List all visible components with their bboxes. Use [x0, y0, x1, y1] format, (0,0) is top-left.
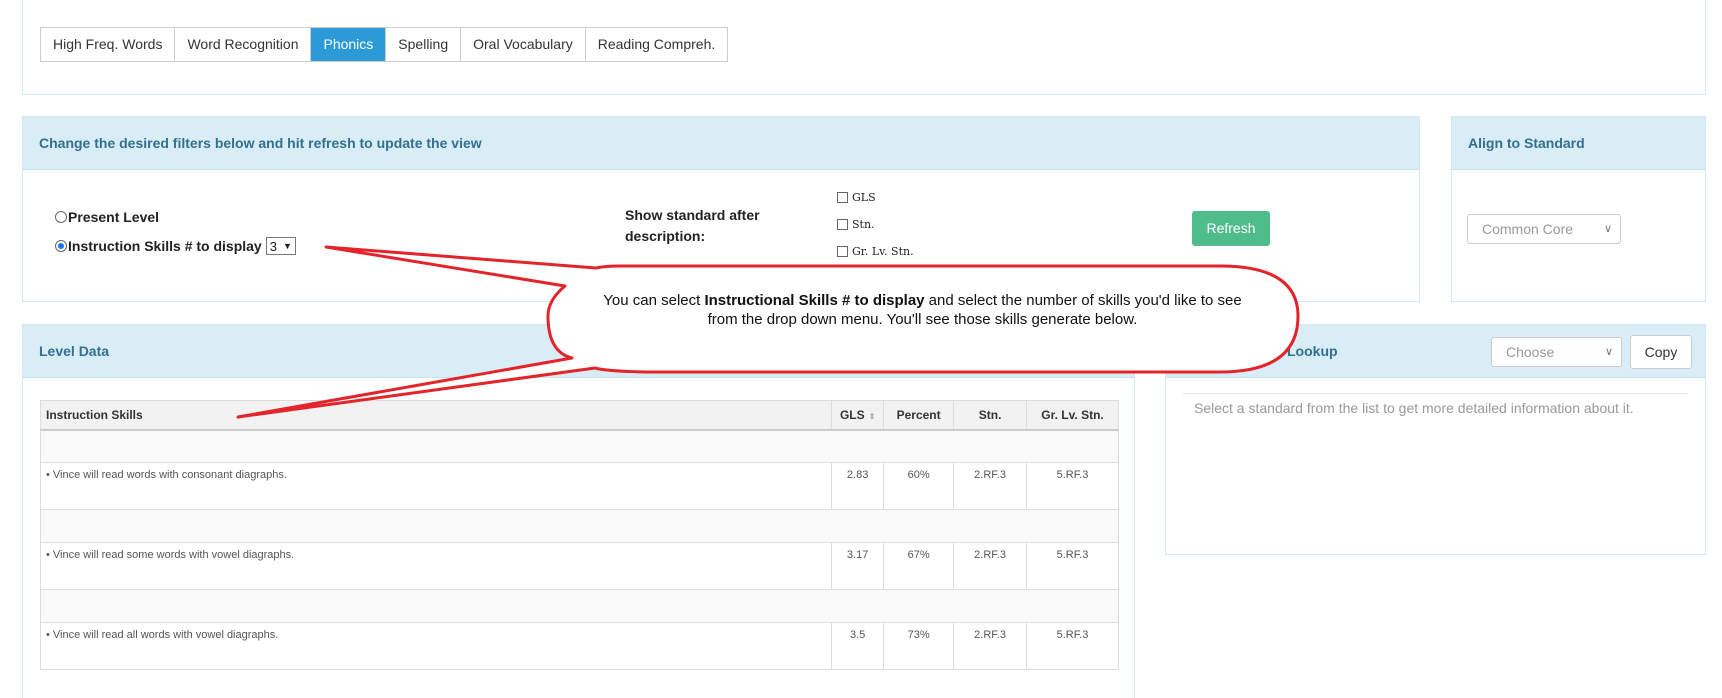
gls-cell: 2.83	[831, 462, 885, 510]
tab-phonics[interactable]: Phonics	[311, 28, 387, 61]
table-spacer-row	[40, 429, 1119, 463]
align-standard-heading: Align to Standard	[1452, 117, 1705, 170]
gls-checkbox-option[interactable]: GLS	[837, 191, 876, 204]
choose-select-value: Choose	[1506, 344, 1555, 360]
gls-checkbox-label: GLS	[852, 191, 876, 204]
skills-count-select[interactable]: 3 ▼	[265, 237, 296, 255]
present-level-radio[interactable]	[55, 211, 67, 223]
gr-lv-stn-cell: 5.RF.3	[1026, 622, 1119, 670]
tab-spelling[interactable]: Spelling	[386, 28, 462, 61]
tab-word-recognition[interactable]: Word Recognition	[175, 28, 312, 61]
stn-checkbox-option[interactable]: Stn.	[837, 218, 875, 231]
callout-text: You can select Instructional Skills # to…	[600, 291, 1245, 329]
tab-reading-compreh[interactable]: Reading Compreh.	[585, 28, 728, 61]
percent-cell: 60%	[883, 462, 955, 510]
report-tabs: High Freq. Words Word Recognition Phonic…	[40, 27, 729, 62]
gls-checkbox[interactable]	[837, 192, 848, 203]
stn-cell: 2.RF.3	[953, 542, 1028, 590]
instruction-skills-label: Instruction Skills # to display	[68, 238, 262, 254]
gr-lv-stn-cell: 5.RF.3	[1026, 462, 1119, 510]
gr-lv-stn-checkbox-option[interactable]: Gr. Lv. Stn.	[837, 245, 914, 258]
table-row: • Vince will read some words with vowel …	[39, 542, 1119, 590]
table-row: • Vince will read all words with vowel d…	[39, 622, 1119, 670]
skill-cell: • Vince will read words with consonant d…	[39, 462, 833, 510]
chevron-down-icon: ∨	[1604, 346, 1613, 358]
stn-cell: 2.RF.3	[953, 462, 1028, 510]
col-gls[interactable]: GLS ⇕	[831, 400, 885, 431]
skills-count-value: 3	[269, 238, 277, 254]
gls-cell: 3.17	[831, 542, 885, 590]
col-gls-label: GLS	[839, 407, 865, 422]
skill-cell: • Vince will read some words with vowel …	[39, 542, 833, 590]
level-data-table: Instruction Skills GLS ⇕ Percent Stn. Gr.…	[39, 400, 1119, 670]
present-level-label: Present Level	[68, 209, 160, 225]
col-gr-lv-stn: Gr. Lv. Stn.	[1026, 400, 1119, 431]
stn-checkbox-label: Stn.	[852, 218, 875, 231]
percent-cell: 73%	[883, 622, 955, 670]
stn-cell: 2.RF.3	[953, 622, 1028, 670]
gr-lv-stn-checkbox-label: Gr. Lv. Stn.	[852, 245, 914, 258]
refresh-button[interactable]: Refresh	[1192, 211, 1270, 246]
standard-lookup-panel: Lookup Choose ∨ Copy Select a standard f…	[1165, 324, 1706, 555]
table-header-row: Instruction Skills GLS ⇕ Percent Stn. Gr.…	[39, 400, 1119, 431]
col-percent: Percent	[883, 400, 955, 431]
skill-cell: • Vince will read all words with vowel d…	[39, 622, 833, 670]
chevron-down-icon: ∨	[1603, 223, 1612, 235]
align-standard-panel: Align to Standard Common Core ∨	[1451, 116, 1706, 302]
standard-choose-select[interactable]: Choose ∨	[1491, 337, 1622, 367]
table-row: • Vince will read words with consonant d…	[39, 462, 1119, 510]
instruction-skills-option[interactable]: Instruction Skills # to display 3 ▼	[55, 237, 296, 255]
gls-cell: 3.5	[831, 622, 885, 670]
copy-button[interactable]: Copy	[1630, 335, 1692, 369]
gr-lv-stn-cell: 5.RF.3	[1026, 542, 1119, 590]
filters-panel: Change the desired filters below and hit…	[22, 116, 1420, 302]
col-instruction-skills: Instruction Skills	[39, 400, 833, 431]
lookup-divider	[1183, 393, 1688, 394]
instruction-skills-radio[interactable]	[55, 240, 67, 252]
lookup-help-text: Select a standard from the list to get m…	[1194, 400, 1634, 416]
col-stn: Stn.	[953, 400, 1028, 431]
percent-cell: 67%	[883, 542, 955, 590]
table-spacer-row	[40, 589, 1119, 623]
level-data-panel: Level Data Instruction Skills GLS ⇕ Perce…	[22, 324, 1135, 698]
tab-high-freq-words[interactable]: High Freq. Words	[41, 28, 176, 61]
gr-lv-stn-checkbox[interactable]	[837, 246, 848, 257]
standard-select[interactable]: Common Core ∨	[1467, 214, 1621, 244]
chevron-down-icon: ▼	[282, 241, 292, 251]
present-level-option[interactable]: Present Level	[55, 209, 159, 225]
stn-checkbox[interactable]	[837, 219, 848, 230]
level-data-heading: Level Data	[23, 325, 1134, 378]
lookup-heading: Lookup	[1166, 325, 1705, 378]
filters-heading: Change the desired filters below and hit…	[23, 117, 1419, 170]
standard-select-value: Common Core	[1482, 221, 1574, 237]
callout-text-bold: Instructional Skills # to display	[704, 292, 925, 309]
callout-text-start: You can select	[603, 292, 705, 309]
tab-oral-vocabulary[interactable]: Oral Vocabulary	[461, 28, 586, 61]
report-tabs-panel: High Freq. Words Word Recognition Phonic…	[22, 0, 1706, 95]
sort-icon: ⇕	[868, 411, 876, 421]
show-standard-label: Show standard after description:	[625, 207, 760, 244]
table-spacer-row	[40, 509, 1119, 543]
